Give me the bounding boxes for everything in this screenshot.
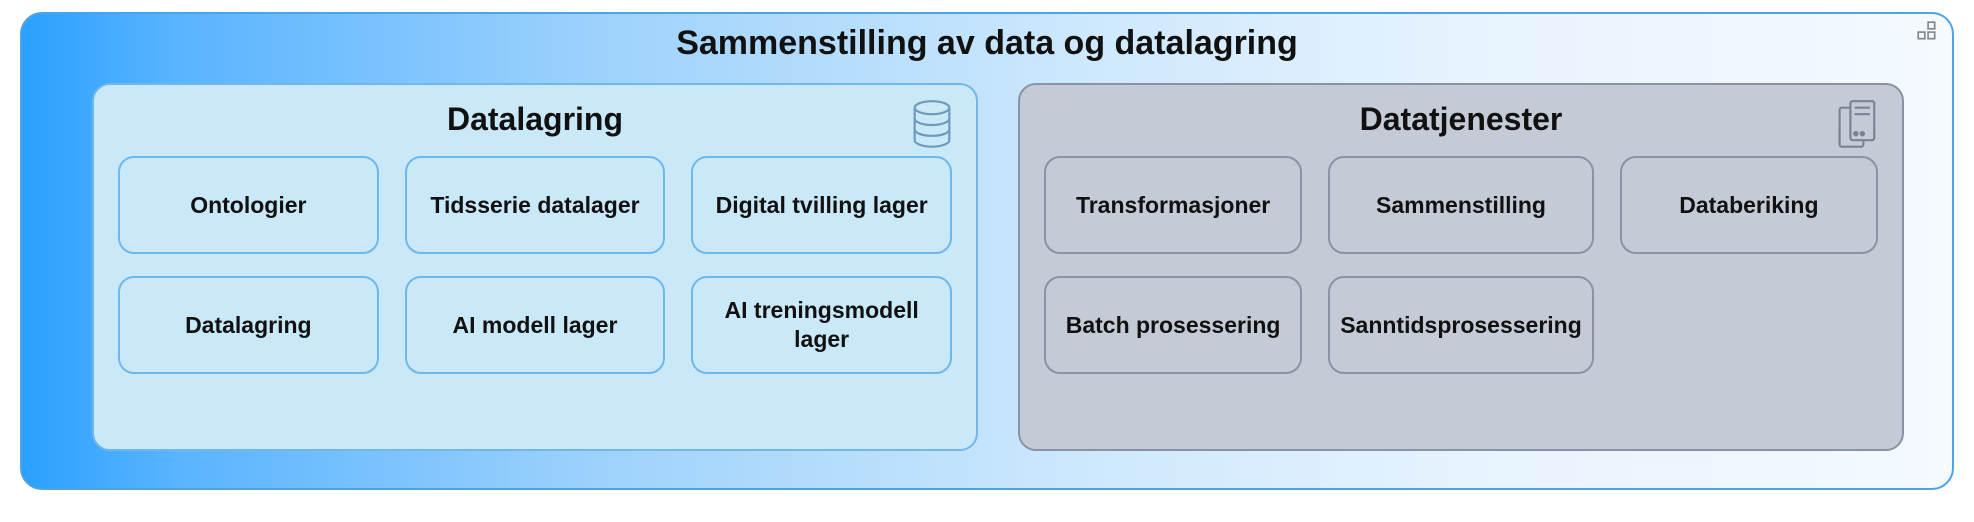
- diagram-title: Sammenstilling av data og datalagring: [22, 14, 1952, 63]
- node-databeriking: Databeriking: [1620, 156, 1878, 254]
- datalagring-grid: Ontologier Tidsserie datalager Digital t…: [118, 156, 952, 374]
- diagram-container: Sammenstilling av data og datalagring Da…: [20, 12, 1954, 490]
- datatjenester-grid: Transformasjoner Sammenstilling Databeri…: [1044, 156, 1878, 374]
- node-sanntidsprosessering: Sanntidsprosessering: [1328, 276, 1594, 374]
- node-batch-prosessering: Batch prosessering: [1044, 276, 1302, 374]
- node-tidsserie-datalager: Tidsserie datalager: [405, 156, 666, 254]
- node-ai-modell-lager: AI modell lager: [405, 276, 666, 374]
- database-icon: [910, 99, 954, 151]
- composition-icon: [1916, 20, 1938, 42]
- panels-row: Datalagring Ontologier Tidsserie datalag…: [22, 63, 1952, 481]
- panel-title-datatjenester: Datatjenester: [1044, 101, 1878, 138]
- node-datalagring: Datalagring: [118, 276, 379, 374]
- node-sammenstilling: Sammenstilling: [1328, 156, 1594, 254]
- panel-title-datalagring: Datalagring: [118, 101, 952, 138]
- panel-datalagring: Datalagring Ontologier Tidsserie datalag…: [92, 83, 978, 451]
- node-transformasjoner: Transformasjoner: [1044, 156, 1302, 254]
- node-ai-treningsmodell-lager: AI treningsmodell lager: [691, 276, 952, 374]
- panel-datatjenester: Datatjenester Transformasjoner Sammensti…: [1018, 83, 1904, 451]
- node-ontologier: Ontologier: [118, 156, 379, 254]
- node-digital-tvilling-lager: Digital tvilling lager: [691, 156, 952, 254]
- server-icon: [1836, 99, 1880, 151]
